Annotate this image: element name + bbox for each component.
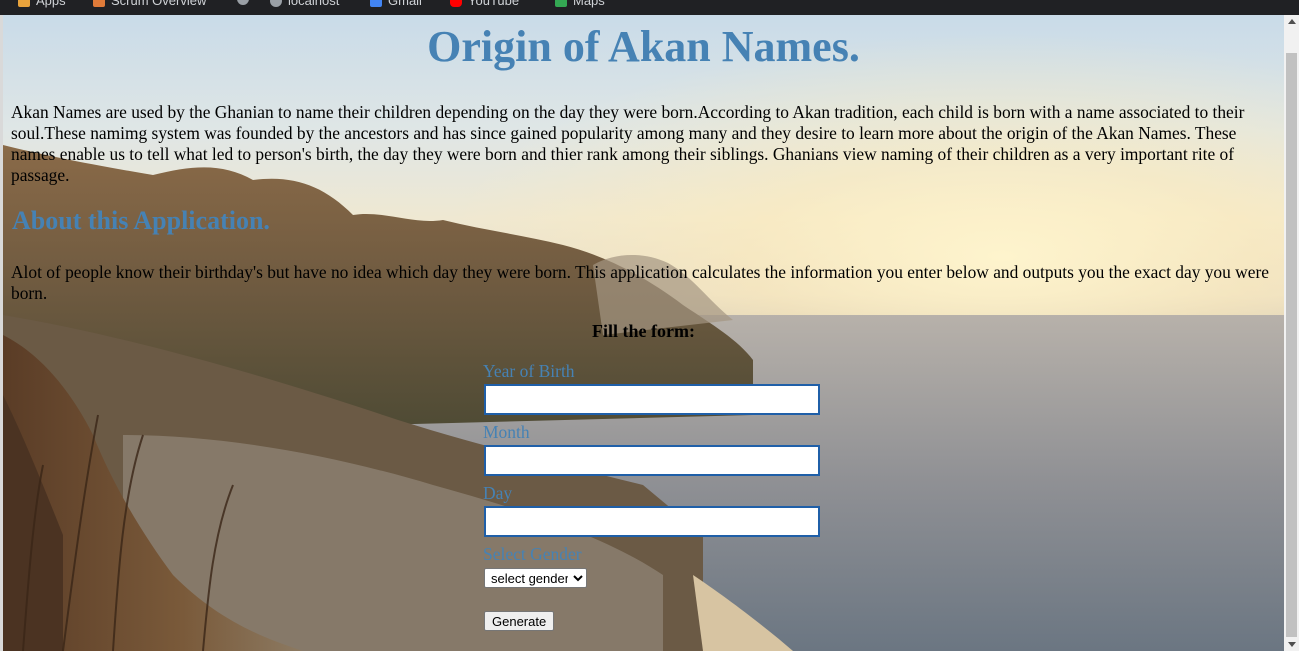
bookmark-label: localhost: [288, 0, 340, 8]
generate-button[interactable]: Generate: [484, 611, 555, 631]
page-title: Origin of Akan Names.: [427, 22, 860, 71]
youtube-icon: [450, 0, 462, 7]
about-heading: About this Application.: [12, 206, 270, 235]
month-label: Month: [483, 422, 530, 442]
gender-label: Select Gender: [483, 544, 582, 564]
page-content: Origin of Akan Names. Akan Names are use…: [3, 15, 1284, 651]
scroll-up-arrow-icon[interactable]: [1288, 19, 1296, 24]
gmail-icon: [370, 0, 382, 7]
apps-grid-icon: [18, 0, 30, 7]
day-input[interactable]: [484, 506, 820, 537]
year-label: Year of Birth: [483, 361, 575, 381]
bookmark-localhost[interactable]: localhost: [270, 0, 339, 8]
about-paragraph: Alot of people know their birthday's but…: [11, 262, 1269, 303]
bookmark-label: Apps: [36, 0, 66, 8]
gender-select[interactable]: select gender: [484, 568, 587, 588]
bookmark-label: YouTube: [468, 0, 520, 8]
bookmark-label: Gmail: [388, 0, 422, 8]
globe-icon: [270, 0, 282, 7]
bookmark-label: Maps: [573, 0, 605, 8]
maps-icon: [555, 0, 567, 7]
bookmark-page-icon: [93, 0, 105, 7]
intro-paragraph: Akan Names are used by the Ghanian to na…: [11, 102, 1245, 185]
page-scrollbar[interactable]: [1284, 15, 1299, 651]
scrollbar-thumb[interactable]: [1286, 53, 1297, 637]
day-label: Day: [483, 483, 513, 503]
bookmarks-bar: Apps Scrum Overview localhost Gmail YouT…: [0, 0, 1299, 15]
globe-icon: [237, 0, 249, 5]
bookmark-maps[interactable]: Maps: [555, 0, 605, 8]
page-viewport: Origin of Akan Names. Akan Names are use…: [3, 15, 1284, 651]
bookmark-label: Scrum Overview: [111, 0, 207, 8]
bookmark-gmail[interactable]: Gmail: [370, 0, 422, 8]
form-heading: Fill the form:: [592, 321, 695, 341]
bookmark-scrum-overview[interactable]: Scrum Overview: [93, 0, 206, 8]
bookmark-globe[interactable]: [237, 0, 249, 5]
bookmark-youtube[interactable]: YouTube: [450, 0, 519, 8]
scroll-down-arrow-icon[interactable]: [1288, 642, 1296, 647]
month-input[interactable]: [484, 445, 820, 476]
year-input[interactable]: [484, 384, 820, 415]
bookmark-apps[interactable]: Apps: [18, 0, 66, 8]
